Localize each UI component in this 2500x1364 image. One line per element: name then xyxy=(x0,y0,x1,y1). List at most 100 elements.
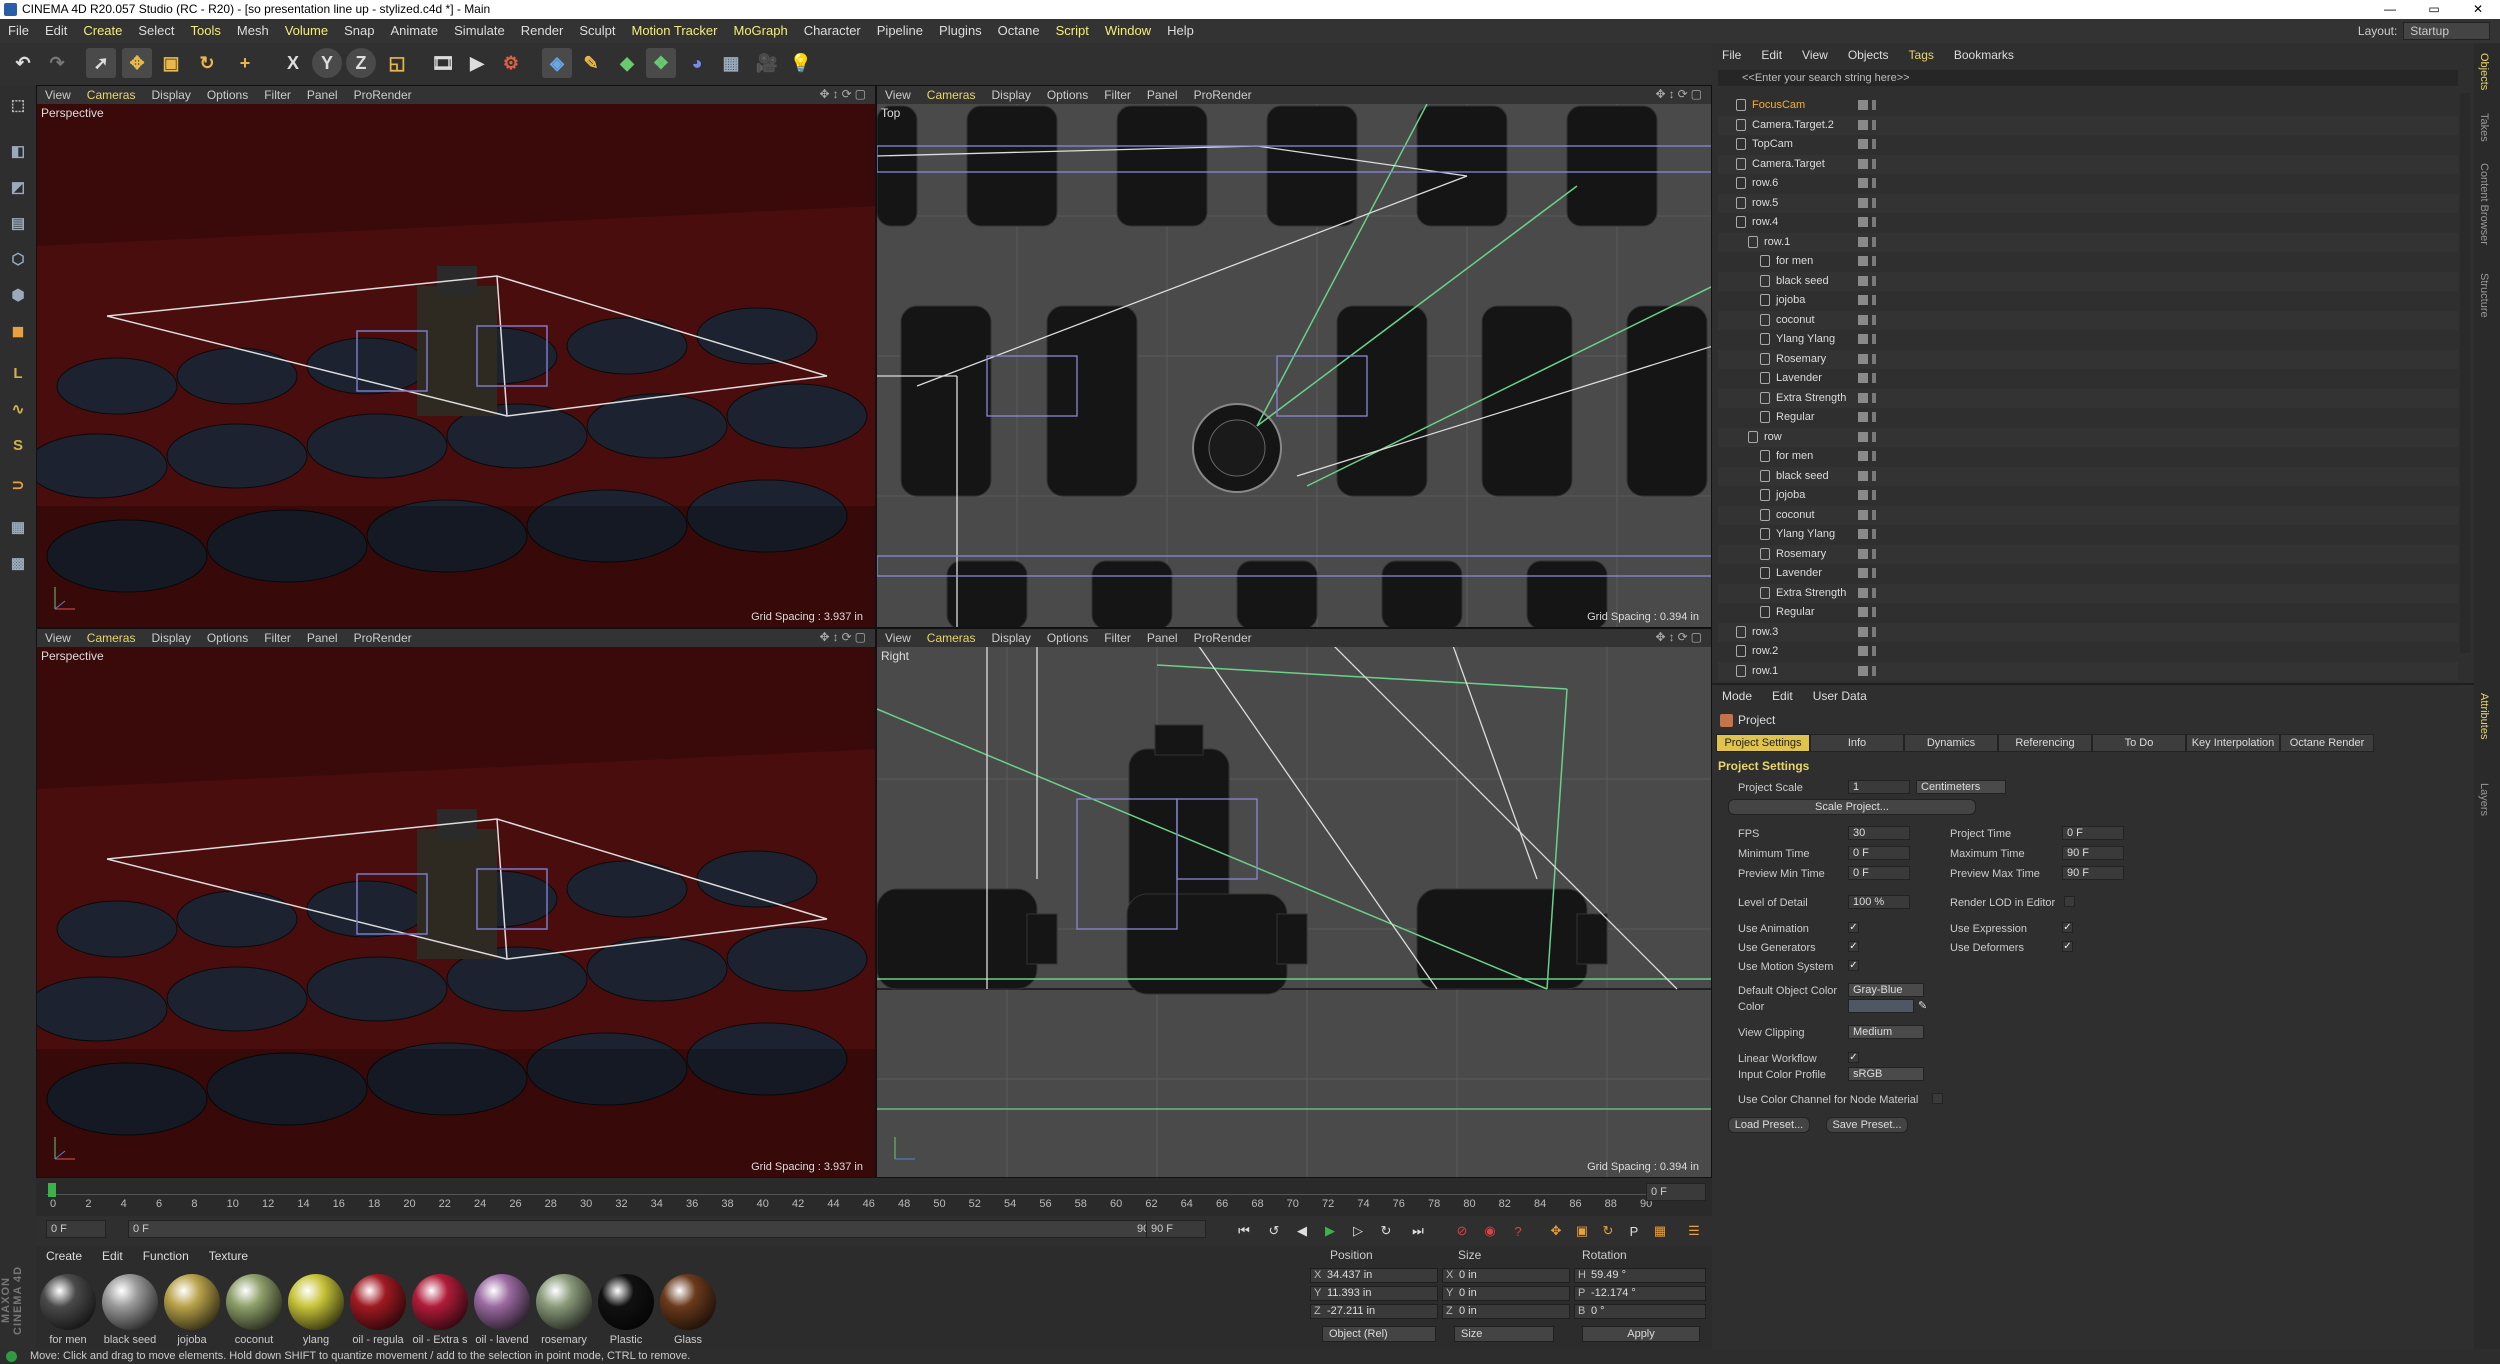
render-toggle-icon[interactable] xyxy=(1872,626,1876,637)
tab-octane-render[interactable]: Octane Render xyxy=(2280,734,2374,752)
material-swatch[interactable] xyxy=(288,1274,344,1330)
next-key-icon[interactable]: ↻ xyxy=(1374,1219,1398,1243)
tab-project-settings[interactable]: Project Settings xyxy=(1716,734,1810,752)
material-swatch[interactable] xyxy=(598,1274,654,1330)
viewport-right[interactable]: View Cameras Display Options Filter Pane… xyxy=(876,628,1712,1178)
object-row[interactable]: row.6 xyxy=(1718,174,2458,193)
menu-tools[interactable]: Tools xyxy=(183,19,229,43)
array-icon[interactable]: ❖ xyxy=(646,48,676,78)
visibility-toggle-icon[interactable] xyxy=(1858,470,1868,481)
material-swatch[interactable] xyxy=(102,1274,158,1330)
prev-frame-icon[interactable]: ◀ xyxy=(1290,1219,1314,1243)
am-menu-edit[interactable]: Edit xyxy=(1762,689,1803,703)
close-button[interactable]: ✕ xyxy=(2456,0,2500,19)
menu-animate[interactable]: Animate xyxy=(382,19,446,43)
live-select-icon[interactable]: ➚ xyxy=(86,48,116,78)
size-z-field[interactable]: Z0 in xyxy=(1442,1304,1570,1319)
vp-menu-panel[interactable]: Panel xyxy=(299,88,346,102)
menu-window[interactable]: Window xyxy=(1097,19,1159,43)
render-toggle-icon[interactable] xyxy=(1872,431,1876,442)
am-menu-userdata[interactable]: User Data xyxy=(1803,689,1877,703)
play-icon[interactable]: ▶ xyxy=(1318,1219,1342,1243)
visibility-toggle-icon[interactable] xyxy=(1858,392,1868,403)
key-pla-icon[interactable]: ▦ xyxy=(1648,1219,1672,1243)
input-profile-dropdown[interactable]: sRGB xyxy=(1848,1067,1924,1081)
visibility-toggle-icon[interactable] xyxy=(1858,587,1868,598)
menu-pipeline[interactable]: Pipeline xyxy=(869,19,931,43)
render-toggle-icon[interactable] xyxy=(1872,119,1876,130)
visibility-toggle-icon[interactable] xyxy=(1858,412,1868,422)
object-row[interactable]: row.4 xyxy=(1718,213,2458,232)
mat-menu-create[interactable]: Create xyxy=(36,1249,92,1263)
object-row[interactable]: FocusCam xyxy=(1718,96,2458,115)
visibility-toggle-icon[interactable] xyxy=(1858,451,1868,461)
tab-key-interpolation[interactable]: Key Interpolation xyxy=(2186,734,2280,752)
edges-mode-icon[interactable]: ⬢ xyxy=(4,281,32,309)
use-motion-checkbox[interactable]: ✓ xyxy=(1848,960,1859,971)
deformer-icon[interactable]: ◕ xyxy=(682,48,712,78)
render-toggle-icon[interactable] xyxy=(1872,158,1876,169)
view-clipping-dropdown[interactable]: Medium xyxy=(1848,1025,1924,1039)
object-row[interactable]: coconut xyxy=(1718,310,2458,330)
eyedropper-icon[interactable]: ✎ xyxy=(1918,999,1927,1012)
object-row[interactable]: black seed xyxy=(1718,271,2458,291)
size-mode-dropdown[interactable]: Size xyxy=(1454,1326,1554,1342)
node-material-checkbox[interactable] xyxy=(1932,1093,1943,1104)
texture-mode-icon[interactable]: ◩ xyxy=(4,173,32,201)
make-editable-icon[interactable]: ⬚ xyxy=(4,91,32,119)
position-x-field[interactable]: X 34.437 in xyxy=(1310,1268,1438,1283)
size-x-field[interactable]: X0 in xyxy=(1442,1268,1570,1283)
render-toggle-icon[interactable] xyxy=(1872,100,1876,110)
render-toggle-icon[interactable] xyxy=(1872,451,1876,461)
vp-menu-filter[interactable]: Filter xyxy=(1096,88,1139,102)
object-search-input[interactable]: <<Enter your search string here>> xyxy=(1718,70,2458,86)
visibility-toggle-icon[interactable] xyxy=(1858,490,1868,500)
start-frame-field[interactable]: 0 F xyxy=(46,1220,106,1238)
om-menu-objects[interactable]: Objects xyxy=(1838,48,1899,62)
points-mode-icon[interactable]: ⬡ xyxy=(4,245,32,273)
key-rotation-icon[interactable]: ↻ xyxy=(1596,1219,1620,1243)
mat-menu-edit[interactable]: Edit xyxy=(92,1249,133,1263)
tab-attributes-vertical[interactable]: Attributes xyxy=(2478,693,2490,739)
object-row[interactable]: jojoba xyxy=(1718,291,2458,310)
vp-menu-panel[interactable]: Panel xyxy=(1139,631,1186,645)
go-to-start-icon[interactable]: ⏮ xyxy=(1232,1219,1256,1243)
material-swatch[interactable] xyxy=(412,1274,468,1330)
visibility-toggle-icon[interactable] xyxy=(1858,607,1868,617)
model-mode-icon[interactable]: ◧ xyxy=(4,137,32,165)
visibility-toggle-icon[interactable] xyxy=(1858,548,1868,559)
menu-sculpt[interactable]: Sculpt xyxy=(571,19,623,43)
visibility-toggle-icon[interactable] xyxy=(1858,275,1868,286)
viewport-nav-icons[interactable]: ✥↕⟳▢ xyxy=(1656,87,1705,101)
linear-workflow-checkbox[interactable]: ✓ xyxy=(1848,1052,1859,1063)
om-menu-bookmarks[interactable]: Bookmarks xyxy=(1944,48,2024,62)
visibility-toggle-icon[interactable] xyxy=(1858,178,1868,188)
vp-menu-prorender[interactable]: ProRender xyxy=(1186,631,1260,645)
tab-dynamics[interactable]: Dynamics xyxy=(1904,734,1998,752)
record-icon[interactable]: ⊘ xyxy=(1450,1219,1474,1243)
vp-menu-options[interactable]: Options xyxy=(1039,88,1096,102)
visibility-toggle-icon[interactable] xyxy=(1858,295,1868,305)
render-toggle-icon[interactable] xyxy=(1872,587,1876,598)
viewport-nav-icons[interactable]: ✥↕⟳▢ xyxy=(820,630,869,644)
menu-plugins[interactable]: Plugins xyxy=(931,19,990,43)
material-swatch[interactable] xyxy=(164,1274,220,1330)
visibility-toggle-icon[interactable] xyxy=(1858,314,1868,325)
visibility-toggle-icon[interactable] xyxy=(1858,646,1868,656)
render-settings-icon[interactable]: ⚙ xyxy=(496,48,526,78)
visibility-toggle-icon[interactable] xyxy=(1858,197,1868,208)
object-row[interactable]: Camera.Target xyxy=(1718,154,2458,174)
vp-menu-display[interactable]: Display xyxy=(983,88,1038,102)
coordinate-mode-dropdown[interactable]: Object (Rel) xyxy=(1322,1326,1436,1342)
viewport-nav-icons[interactable]: ✥↕⟳▢ xyxy=(820,87,869,101)
rotation-h-field[interactable]: H 59.49 ° xyxy=(1574,1268,1706,1283)
grid-icon[interactable]: ▦ xyxy=(4,513,32,541)
object-row[interactable]: row.1 xyxy=(1718,232,2458,252)
render-toggle-icon[interactable] xyxy=(1872,275,1876,286)
minimize-button[interactable]: — xyxy=(2368,0,2412,19)
camera-icon[interactable]: 🎥 xyxy=(752,48,782,78)
vp-menu-panel[interactable]: Panel xyxy=(299,631,346,645)
move-icon[interactable]: ✥ xyxy=(122,48,152,78)
om-menu-edit[interactable]: Edit xyxy=(1751,48,1792,62)
coord-system-icon[interactable]: ◱ xyxy=(382,48,412,78)
